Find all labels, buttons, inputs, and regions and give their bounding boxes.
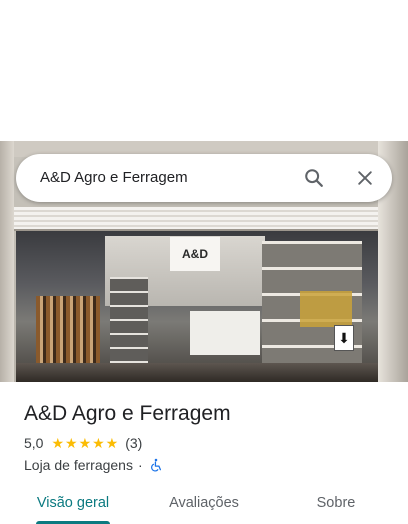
floor-arrow-sign: ⬇: [334, 325, 354, 351]
search-button[interactable]: [298, 162, 330, 194]
search-icon: [305, 169, 323, 187]
rolling-shutter: [14, 207, 392, 231]
rating-row[interactable]: 5,0 ★★★★★ (3): [24, 434, 142, 452]
shelf-products: [300, 291, 352, 327]
photo-frame-left: [0, 141, 14, 382]
place-title: A&D Agro e Ferragem: [24, 402, 231, 425]
store-floor: [16, 363, 392, 382]
tab-about-label: Sobre: [316, 495, 356, 511]
tab-overview-label: Visão geral: [36, 495, 110, 511]
place-category: Loja de ferragens: [24, 457, 133, 473]
tab-about[interactable]: Sobre: [296, 488, 376, 524]
rating-value: 5,0: [24, 435, 44, 451]
store-logo-board: A&D: [170, 237, 220, 271]
tab-overview[interactable]: Visão geral: [24, 488, 122, 524]
search-bar[interactable]: A&D Agro e Ferragem: [16, 154, 392, 202]
tab-reviews[interactable]: Avaliações: [152, 488, 256, 524]
place-tabs: Visão geral Avaliações Sobre: [0, 488, 408, 524]
review-count[interactable]: (3): [125, 435, 142, 451]
category-row: Loja de ferragens ·: [24, 456, 163, 474]
close-icon: [358, 171, 372, 185]
store-counter: [190, 311, 260, 355]
rating-stars: ★★★★★: [51, 434, 120, 451]
clear-search-button[interactable]: [349, 162, 381, 194]
search-query-text[interactable]: A&D Agro e Ferragem: [40, 154, 188, 202]
wheelchair-icon[interactable]: [149, 458, 163, 472]
category-separator: ·: [137, 457, 143, 473]
tab-reviews-label: Avaliações: [169, 495, 239, 511]
store-logo-text: A&D: [182, 247, 208, 261]
arrow-sign-glyph: ⬇: [338, 330, 350, 346]
